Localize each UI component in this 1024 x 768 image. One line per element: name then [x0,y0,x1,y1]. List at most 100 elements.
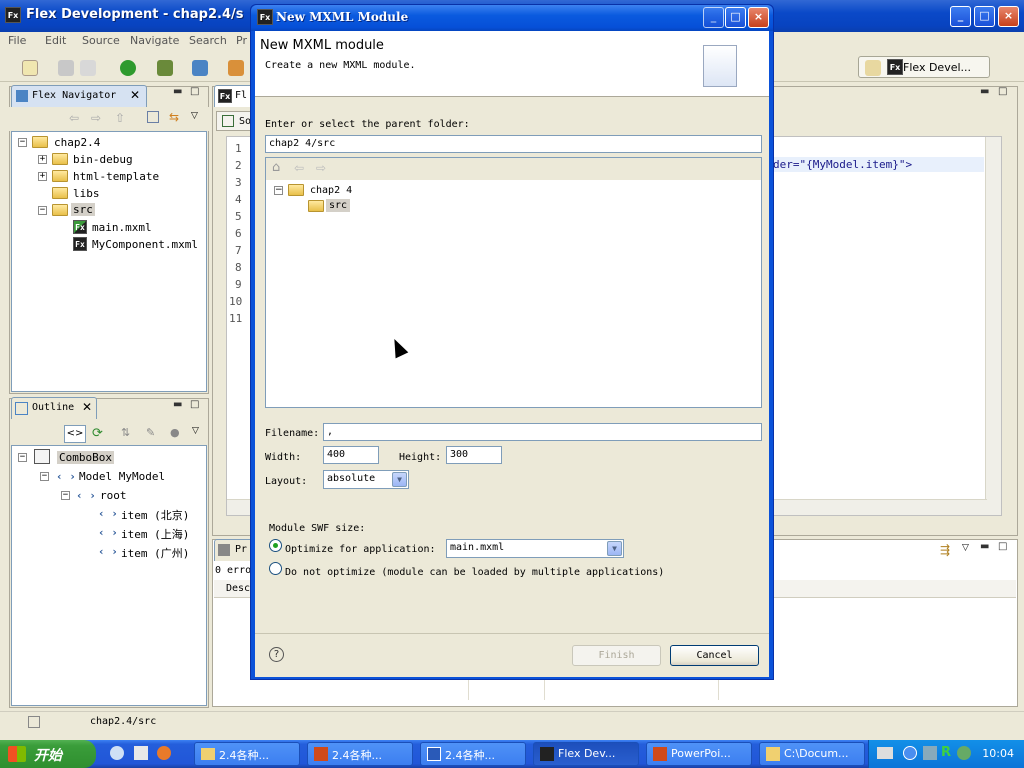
taskbar-button-folder[interactable]: 2.4各种... [194,742,300,766]
outline-item-root[interactable]: root [100,489,127,502]
menu-navigate[interactable]: Navigate [130,34,179,47]
save-icon[interactable] [58,60,74,76]
tree-item-chap2-4[interactable]: chap2.4 [54,136,100,149]
perspective-switcher[interactable]: Fx Flex Devel... [858,56,990,78]
outline-item-combobox[interactable]: ComboBox [57,451,114,464]
menu-project[interactable]: Pr [236,34,247,47]
tree-item-mycomponent-mxml[interactable]: MyComponent.mxml [92,238,198,251]
maximize-icon[interactable]: □ [190,86,199,97]
do-not-optimize-radio[interactable] [269,562,282,575]
start-button[interactable]: 开始 [0,740,96,768]
refresh-icon[interactable]: ⟳ [92,426,103,441]
print-icon[interactable] [80,60,96,76]
folder-tree-item-src[interactable]: src [326,199,351,212]
collapse-all-icon[interactable] [147,111,159,123]
outline-tab[interactable]: Outline ✕ [11,397,97,419]
minimize-icon[interactable]: ▬ [173,399,182,410]
open-perspective-icon[interactable] [865,60,881,76]
outline-item-item-shanghai[interactable]: item (上海) [121,526,189,542]
taskbar-button-documents[interactable]: C:\Docum... [759,742,865,766]
outline-item-model[interactable]: Model MyModel [79,470,165,483]
r-tray-icon[interactable]: R [941,745,951,760]
collapse-icon[interactable]: − [18,138,27,147]
debug-icon[interactable] [157,60,173,76]
forward-arrow-icon[interactable]: ⇨ [316,161,326,175]
navigator-tab[interactable]: Flex Navigator ✕ [11,85,147,107]
taskbar-button-powerpoint-2[interactable]: PowerPoi... [646,742,752,766]
fast-view-icon[interactable] [28,716,40,728]
optimize-radio[interactable] [269,539,282,552]
finish-button[interactable]: Finish [572,645,661,666]
maximize-icon[interactable]: □ [190,399,199,410]
hide-icon[interactable]: ● [170,426,180,439]
firefox-quicklaunch-icon[interactable] [157,746,171,760]
filename-input[interactable]: , [323,423,762,441]
menu-edit[interactable]: Edit [45,34,66,47]
filter-icon[interactable]: ⇶ [940,543,950,557]
tree-item-src[interactable]: src [71,203,95,216]
source-mode-tab[interactable]: So [216,111,252,131]
height-input[interactable]: 300 [446,446,502,464]
editor-tab[interactable]: Fx Fl [214,85,254,107]
view-menu-icon[interactable]: ▽ [962,543,969,553]
run-icon[interactable] [120,60,136,76]
column-description[interactable]: Desc [226,583,250,594]
parent-folder-input[interactable]: chap2 4/src [265,135,762,153]
taskbar-button-powerpoint[interactable]: 2.4各种... [307,742,413,766]
optimize-application-select[interactable]: main.mxml ▼ [446,539,624,558]
keyboard-icon[interactable] [877,747,893,759]
link-editor-icon[interactable]: ⇆ [169,110,179,124]
back-arrow-icon[interactable]: ⇦ [69,111,79,125]
menu-search[interactable]: Search [189,34,227,47]
outline-item-item-guangzhou[interactable]: item (广州) [121,545,189,561]
vertical-scrollbar[interactable] [985,137,1001,515]
tree-item-html-template[interactable]: html-template [73,170,159,183]
maximize-icon[interactable]: □ [998,541,1007,552]
forward-arrow-icon[interactable]: ⇨ [91,111,101,125]
expand-icon[interactable]: + [38,155,47,164]
view-menu-icon[interactable]: ▽ [192,426,199,436]
show-hidden-icon[interactable] [903,746,917,760]
view-menu-icon[interactable]: ▽ [191,111,198,121]
layout-select[interactable]: absolute ▼ [323,470,409,489]
taskbar-button-word[interactable]: 2.4各种... [420,742,526,766]
collapse-icon[interactable]: − [274,186,283,195]
sort-icon[interactable]: ⇅ [121,426,130,439]
minimize-icon[interactable]: ▬ [980,541,989,552]
close-button[interactable]: × [748,7,769,28]
close-icon[interactable]: ✕ [82,400,92,414]
collapse-icon[interactable]: − [61,491,70,500]
collapse-icon[interactable]: − [40,472,49,481]
ie-quicklaunch-icon[interactable] [110,746,124,760]
close-icon[interactable]: ✕ [130,88,140,102]
desktop-quicklaunch-icon[interactable] [134,746,148,760]
show-source-icon[interactable]: <> [64,425,86,443]
network-icon[interactable] [957,746,971,760]
folder-tree-item-chap2-4[interactable]: chap2 4 [310,185,352,196]
collapse-icon[interactable]: − [38,206,47,215]
new-icon[interactable] [22,60,38,76]
tree-item-libs[interactable]: libs [73,187,100,200]
tree-item-bin-debug[interactable]: bin-debug [73,153,133,166]
back-arrow-icon[interactable]: ⇦ [294,161,304,175]
menu-file[interactable]: File [8,34,26,47]
expand-icon[interactable]: + [38,172,47,181]
dialog-title-bar[interactable]: Fx New MXML Module _ □ × [251,5,773,31]
minimize-icon[interactable]: ▬ [173,86,182,97]
collapse-icon[interactable]: − [18,453,27,462]
up-folder-icon[interactable]: ⇧ [115,111,125,125]
minimize-button[interactable]: _ [950,6,971,27]
tree-item-main-mxml[interactable]: main.mxml [92,221,152,234]
help-icon[interactable]: ? [269,647,284,662]
problems-tab[interactable]: Pr [214,539,254,561]
home-icon[interactable]: ⌂ [272,160,280,175]
maximize-button[interactable]: □ [974,6,995,27]
taskbar-button-flex[interactable]: Flex Dev... [533,742,639,766]
export-icon[interactable] [228,60,244,76]
cancel-button[interactable]: Cancel [670,645,759,666]
minimize-button[interactable]: _ [703,7,724,28]
maximize-button[interactable]: □ [725,7,746,28]
profile-icon[interactable] [192,60,208,76]
width-input[interactable]: 400 [323,446,379,464]
close-button[interactable]: × [998,6,1019,27]
